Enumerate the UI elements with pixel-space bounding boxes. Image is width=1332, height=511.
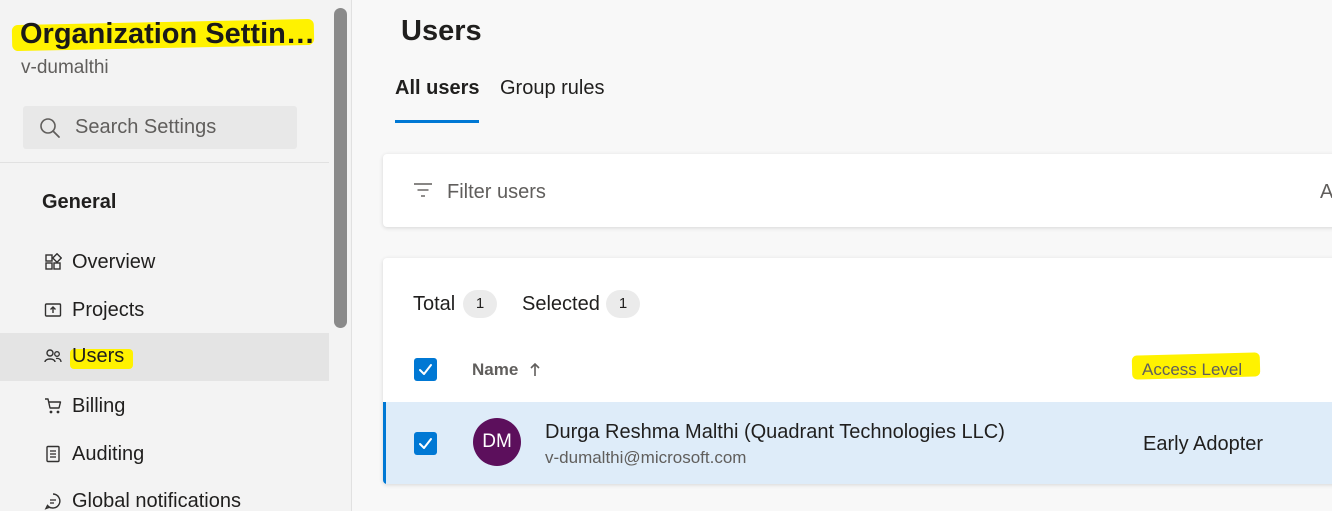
filter-icon <box>414 183 432 197</box>
notifications-icon <box>44 493 61 510</box>
select-all-checkbox[interactable] <box>414 358 437 381</box>
sidebar-title: Organization Settin… <box>20 18 315 50</box>
table-row[interactable]: DM Durga Reshma Malthi (Quadrant Technol… <box>383 402 1332 484</box>
cart-icon <box>45 398 62 414</box>
avatar: DM <box>473 418 521 466</box>
user-access-level[interactable]: Early Adopter <box>1143 433 1263 456</box>
column-header-access-level[interactable]: Access Level <box>1142 360 1242 380</box>
projects-icon <box>44 303 62 317</box>
search-settings-input[interactable]: Search Settings <box>23 106 297 149</box>
checkmark-icon <box>419 364 432 375</box>
sidebar-divider <box>0 162 329 163</box>
main-content: Users All users Group rules Filter users… <box>352 0 1332 511</box>
sidebar-item-global-notifications[interactable]: Global notifications <box>0 478 329 511</box>
settings-sidebar: Organization Settin… v-dumalthi Search S… <box>0 0 352 511</box>
app-window: Organization Settin… v-dumalthi Search S… <box>0 0 1332 511</box>
user-display-name: Durga Reshma Malthi (Quadrant Technologi… <box>545 421 1005 443</box>
overview-icon <box>45 253 62 270</box>
filter-users-bar[interactable]: Filter users A <box>383 154 1332 227</box>
sidebar-item-billing[interactable]: Billing <box>0 383 329 431</box>
sidebar-item-label: Overview <box>72 251 156 273</box>
page-title: Users <box>401 15 482 47</box>
sidebar-item-auditing[interactable]: Auditing <box>0 431 329 479</box>
filter-users-input[interactable]: Filter users <box>447 181 546 204</box>
sidebar-scrollbar-thumb[interactable] <box>334 8 347 328</box>
total-label: Total <box>413 293 456 315</box>
auditing-icon <box>46 445 60 463</box>
sidebar-item-overview[interactable]: Overview <box>0 239 329 287</box>
sidebar-item-label: Users <box>72 345 125 367</box>
users-icon <box>44 349 62 363</box>
users-table-card: Total 1 Selected 1 Name Access Level DM … <box>383 258 1332 484</box>
sidebar-item-projects[interactable]: Projects <box>0 287 329 335</box>
search-placeholder: Search Settings <box>75 116 217 138</box>
sidebar-item-label: Billing <box>72 395 126 417</box>
checkmark-icon <box>419 438 432 449</box>
sidebar-item-label: Projects <box>72 299 145 321</box>
organization-name: v-dumalthi <box>21 57 109 78</box>
tab-all-users[interactable]: All users <box>395 77 480 123</box>
sidebar-item-label: Global notifications <box>72 490 241 511</box>
search-icon <box>40 118 60 138</box>
sort-ascending-icon[interactable] <box>529 362 541 377</box>
section-heading-general: General <box>42 191 117 213</box>
user-email: v-dumalthi@microsoft.com <box>545 448 747 467</box>
column-header-name[interactable]: Name <box>472 360 518 380</box>
tab-group-rules[interactable]: Group rules <box>500 77 605 123</box>
sidebar-item-label: Auditing <box>72 443 145 465</box>
row-checkbox[interactable] <box>414 432 437 455</box>
sidebar-item-users[interactable]: Users <box>0 333 329 381</box>
selected-count-badge: 1 <box>606 290 640 318</box>
filter-trailing-text: A <box>1320 181 1332 203</box>
selected-label: Selected <box>522 293 600 315</box>
total-count-badge: 1 <box>463 290 497 318</box>
